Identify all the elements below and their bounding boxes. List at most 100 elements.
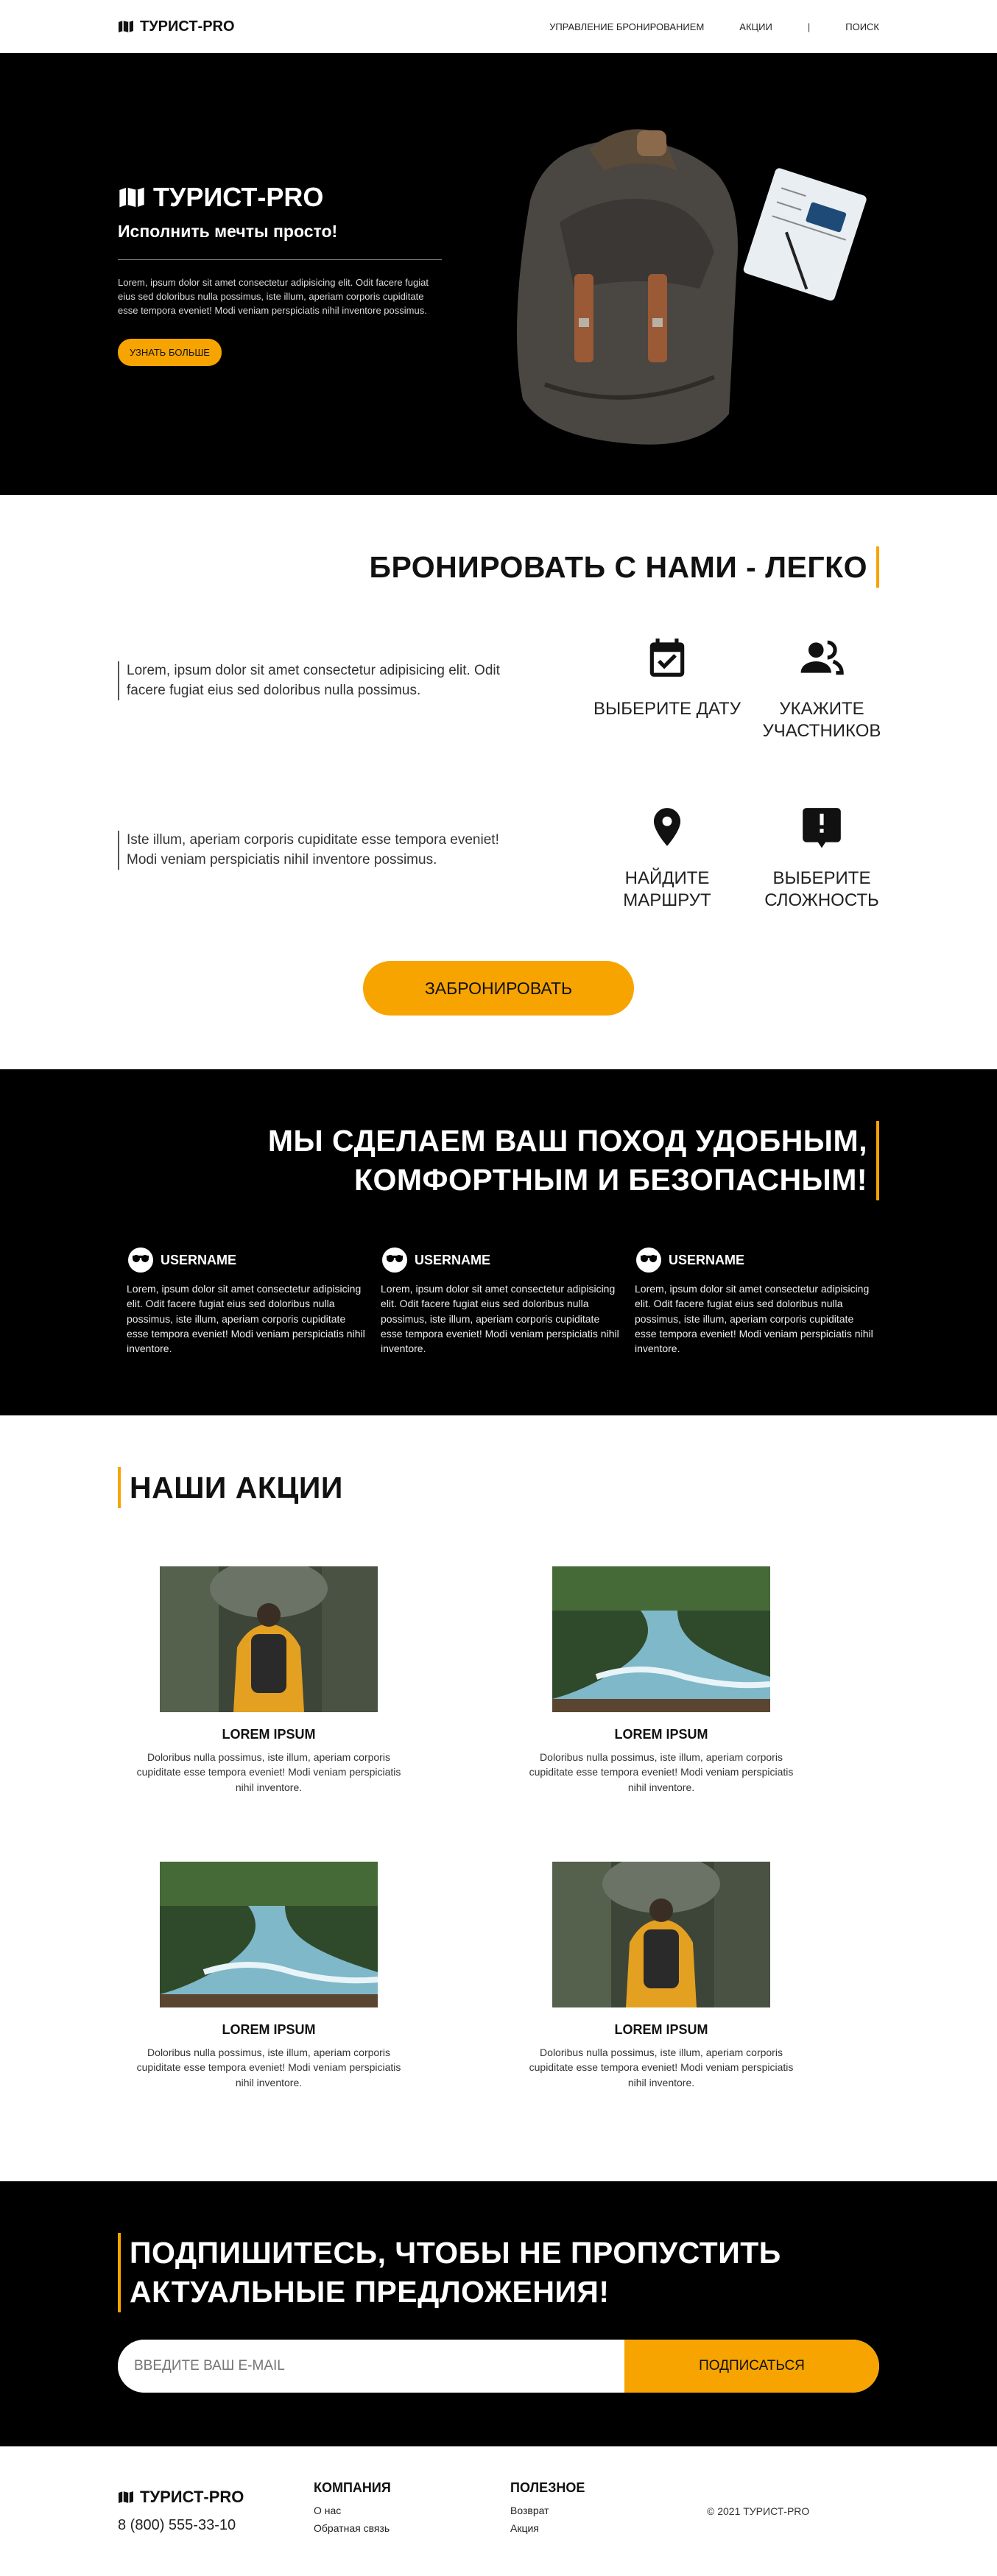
promo-text: Doloribus nulla possimus, iste illum, ap… <box>529 1751 794 1793</box>
email-input[interactable] <box>118 2340 624 2393</box>
footer-link-feedback[interactable]: Обратная связь <box>314 2522 391 2534</box>
feature-participants[interactable]: УКАЖИТЕ УЧАСТНИКОВ <box>741 635 903 742</box>
footer-brand: ТУРИСТ-PRO <box>140 2488 244 2506</box>
footer-link-refund[interactable]: Возврат <box>510 2505 585 2516</box>
map-book-icon <box>119 21 133 32</box>
review-text: Lorem, ipsum dolor sit amet consectetur … <box>635 1283 873 1355</box>
promo-title: LOREM IPSUM <box>614 2022 708 2037</box>
promos-heading-wrap: НАШИ АКЦИИ <box>118 1467 343 1508</box>
footer-logo[interactable]: ТУРИСТ-PRO <box>118 2488 244 2507</box>
backpack-image <box>517 129 867 445</box>
promo-text: Doloribus nulla possimus, iste illum, ap… <box>136 2047 401 2088</box>
review-header: USERNAME <box>381 1246 624 1274</box>
avatar-icon <box>382 1247 407 1273</box>
feature-label: ВЫБЕРИТЕ ДАТУ <box>593 699 741 719</box>
promo-card[interactable]: LOREM IPSUM Doloribus nulla possimus, is… <box>514 1566 808 1795</box>
footer-col-company: КОМПАНИЯ О нас Обратная связь <box>314 2480 391 2540</box>
hero-title-text: ТУРИСТ-PRO <box>153 182 324 212</box>
hero-title: ТУРИСТ-PRO <box>118 182 442 213</box>
calendar-check-icon <box>649 638 685 677</box>
feature-choose-date[interactable]: ВЫБЕРИТЕ ДАТУ <box>586 635 748 720</box>
booking-heading-wrap: БРОНИРОВАТЬ С НАМИ - ЛЕГКО <box>369 546 879 588</box>
nav-booking-management[interactable]: УПРАВЛЕНИЕ БРОНИРОВАНИЕМ <box>549 21 704 32</box>
promos-section: НАШИ АКЦИИ LOREM IPSUM Doloribus nulla p… <box>118 1415 879 2181</box>
comfort-section: МЫ СДЕЛАЕМ ВАШ ПОХОД УДОБНЫМ, КОМФОРТНЫМ… <box>0 1069 997 1415</box>
feature-find-route[interactable]: НАЙДИТЕ МАРШРУТ <box>586 804 748 912</box>
map-pin-icon <box>653 808 681 846</box>
review-header: USERNAME <box>127 1246 370 1274</box>
promo-card[interactable]: LOREM IPSUM Doloribus nulla possimus, is… <box>121 1862 416 2090</box>
promo-text: Doloribus nulla possimus, iste illum, ap… <box>136 1751 401 1793</box>
footer-link-about[interactable]: О нас <box>314 2505 391 2516</box>
copyright: © 2021 ТУРИСТ-PRO <box>707 2505 810 2517</box>
subscribe-section: ПОДПИШИТЕСЬ, ЧТОБЫ НЕ ПРОПУСТИТЬ АКТУАЛЬ… <box>0 2181 997 2446</box>
feature-label: ВЫБЕРИТЕ СЛОЖНОСТЬ <box>764 868 879 910</box>
header-brand: ТУРИСТ-PRO <box>140 18 235 35</box>
booking-section: БРОНИРОВАТЬ С НАМИ - ЛЕГКО Lorem, ipsum … <box>118 495 881 1069</box>
header-logo[interactable]: ТУРИСТ-PRO <box>118 18 235 35</box>
main-nav: УПРАВЛЕНИЕ БРОНИРОВАНИЕМ АКЦИИ | ПОИСК <box>549 21 879 32</box>
accent-bar <box>876 1121 879 1200</box>
booking-text-1: Lorem, ipsum dolor sit amet consectetur … <box>118 661 501 701</box>
review-text: Lorem, ipsum dolor sit amet consectetur … <box>127 1283 365 1355</box>
review-header: USERNAME <box>635 1246 878 1274</box>
promo-text: Doloribus nulla possimus, iste illum, ap… <box>529 2047 794 2088</box>
footer-col-title: ПОЛЕЗНОЕ <box>510 2480 585 2495</box>
avatar-icon <box>636 1247 661 1273</box>
footer-link-promo[interactable]: Акция <box>510 2522 585 2534</box>
footer-phone[interactable]: 8 (800) 555-33-10 <box>118 2517 236 2534</box>
accent-bar <box>118 1467 121 1508</box>
review-card: USERNAME Lorem, ipsum dolor sit amet con… <box>127 1246 370 1356</box>
review-username: USERNAME <box>415 1252 491 1267</box>
promo-title: LOREM IPSUM <box>222 2022 316 2037</box>
hero-content: ТУРИСТ-PRO Исполнить мечты просто! Lorem… <box>118 182 442 366</box>
booking-text-2: Iste illum, aperiam corporis cupiditate … <box>118 831 501 870</box>
review-username: USERNAME <box>161 1252 237 1267</box>
footer-col-useful: ПОЛЕЗНОЕ Возврат Акция <box>510 2480 585 2540</box>
review-username: USERNAME <box>669 1252 745 1267</box>
feature-label: УКАЖИТЕ УЧАСТНИКОВ <box>762 699 881 741</box>
alert-message-icon <box>803 808 841 848</box>
review-card: USERNAME Lorem, ipsum dolor sit amet con… <box>635 1246 878 1356</box>
subscribe-heading-wrap: ПОДПИШИТЕСЬ, ЧТОБЫ НЕ ПРОПУСТИТЬ АКТУАЛЬ… <box>118 2233 781 2312</box>
promo-title: LOREM IPSUM <box>614 1727 708 1742</box>
review-card: USERNAME Lorem, ipsum dolor sit amet con… <box>381 1246 624 1356</box>
subscribe-heading: ПОДПИШИТЕСЬ, ЧТОБЫ НЕ ПРОПУСТИТЬ АКТУАЛЬ… <box>130 2234 781 2312</box>
map-book-icon <box>119 2491 133 2503</box>
nav-promos[interactable]: АКЦИИ <box>739 21 772 32</box>
subscribe-button[interactable]: ПОДПИСАТЬСЯ <box>624 2340 879 2393</box>
feature-difficulty[interactable]: ВЫБЕРИТЕ СЛОЖНОСТЬ <box>741 804 903 912</box>
accent-bar <box>876 546 879 588</box>
hiker-image <box>552 1862 770 2007</box>
subscribe-heading-line2: АКТУАЛЬНЫЕ ПРЕДЛОЖЕНИЯ! <box>130 2275 610 2309</box>
subscribe-heading-line1: ПОДПИШИТЕСЬ, ЧТОБЫ НЕ ПРОПУСТИТЬ <box>130 2235 781 2270</box>
book-button[interactable]: ЗАБРОНИРОВАТЬ <box>363 961 634 1016</box>
nav-search[interactable]: ПОИСК <box>845 21 879 32</box>
nav-separator: | <box>807 21 811 32</box>
footer-col-title: КОМПАНИЯ <box>314 2480 391 2495</box>
promo-card[interactable]: LOREM IPSUM Doloribus nulla possimus, is… <box>514 1862 808 2090</box>
hero-divider <box>118 259 442 260</box>
hero-subtitle: Исполнить мечты просто! <box>118 222 338 241</box>
users-icon <box>800 640 844 675</box>
comfort-heading-line2: КОМФОРТНЫМ И БЕЗОПАСНЫМ! <box>353 1163 867 1197</box>
hero-text: Lorem, ipsum dolor sit amet consectetur … <box>118 277 429 316</box>
site-footer: ТУРИСТ-PRO 8 (800) 555-33-10 КОМПАНИЯ О … <box>118 2446 879 2576</box>
site-header: ТУРИСТ-PRO УПРАВЛЕНИЕ БРОНИРОВАНИЕМ АКЦИ… <box>0 0 997 53</box>
learn-more-button[interactable]: УЗНАТЬ БОЛЬШЕ <box>118 338 222 366</box>
river-image <box>160 1862 378 2007</box>
comfort-heading: МЫ СДЕЛАЕМ ВАШ ПОХОД УДОБНЫМ, КОМФОРТНЫМ… <box>268 1122 867 1200</box>
feature-label: НАЙДИТЕ МАРШРУТ <box>623 868 711 910</box>
booking-heading: БРОНИРОВАТЬ С НАМИ - ЛЕГКО <box>369 549 867 584</box>
river-image <box>552 1566 770 1712</box>
review-text: Lorem, ipsum dolor sit amet consectetur … <box>381 1283 619 1355</box>
subscribe-form: ПОДПИСАТЬСЯ <box>118 2340 879 2393</box>
comfort-heading-wrap: МЫ СДЕЛАЕМ ВАШ ПОХОД УДОБНЫМ, КОМФОРТНЫМ… <box>268 1121 879 1200</box>
avatar-icon <box>128 1247 153 1273</box>
accent-bar <box>118 2233 121 2312</box>
promos-heading: НАШИ АКЦИИ <box>130 1470 343 1505</box>
hiker-image <box>160 1566 378 1712</box>
promo-card[interactable]: LOREM IPSUM Doloribus nulla possimus, is… <box>121 1566 416 1795</box>
hero-section: ТУРИСТ-PRO Исполнить мечты просто! Lorem… <box>0 53 997 495</box>
comfort-heading-line1: МЫ СДЕЛАЕМ ВАШ ПОХОД УДОБНЫМ, <box>267 1123 867 1158</box>
